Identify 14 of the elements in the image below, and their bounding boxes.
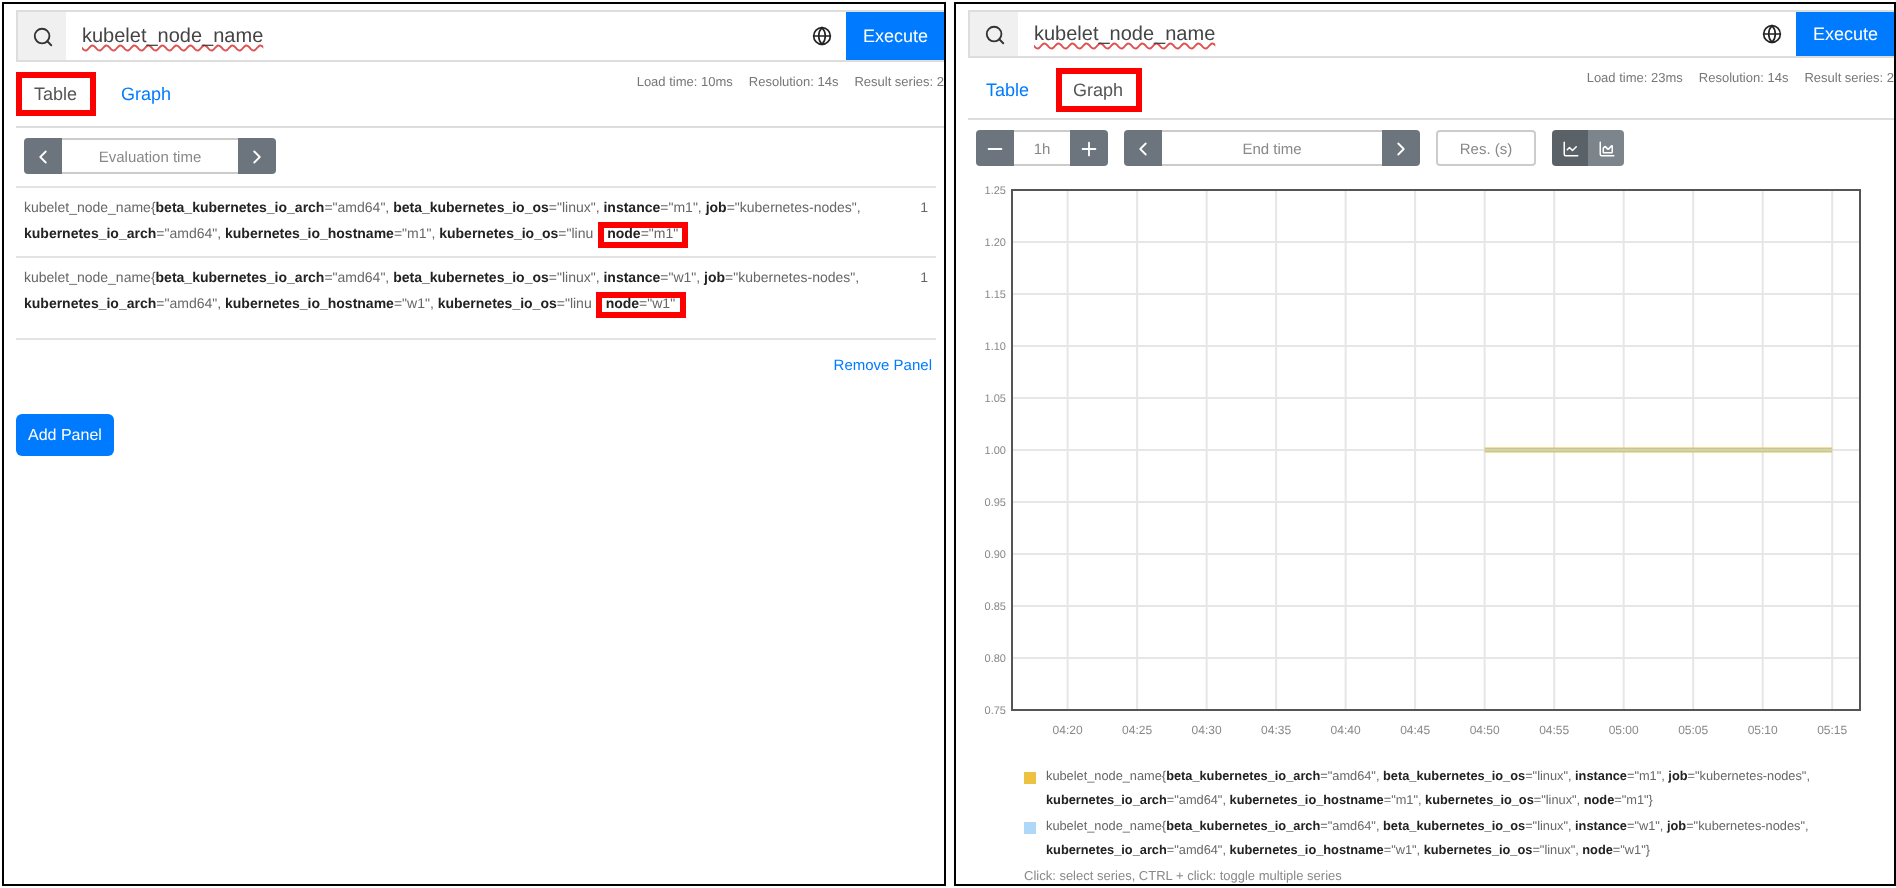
next-button[interactable] <box>238 138 276 174</box>
add-panel-button[interactable]: Add Panel <box>16 414 114 456</box>
tab[interactable]: Graph <box>1055 68 1142 113</box>
increase-range-button[interactable] <box>1070 130 1108 166</box>
line-chart-button[interactable] <box>1552 130 1588 166</box>
tab[interactable]: Table <box>16 72 96 116</box>
plus-icon <box>1078 137 1100 159</box>
line-chart-icon <box>1561 139 1579 157</box>
previous-button[interactable] <box>1124 130 1162 166</box>
area-chart-icon <box>1597 139 1615 157</box>
previous-button[interactable] <box>24 138 62 174</box>
decrease-range-button[interactable] <box>976 130 1014 166</box>
stacked-chart-button[interactable] <box>1588 130 1624 166</box>
next-button[interactable] <box>1382 130 1420 166</box>
